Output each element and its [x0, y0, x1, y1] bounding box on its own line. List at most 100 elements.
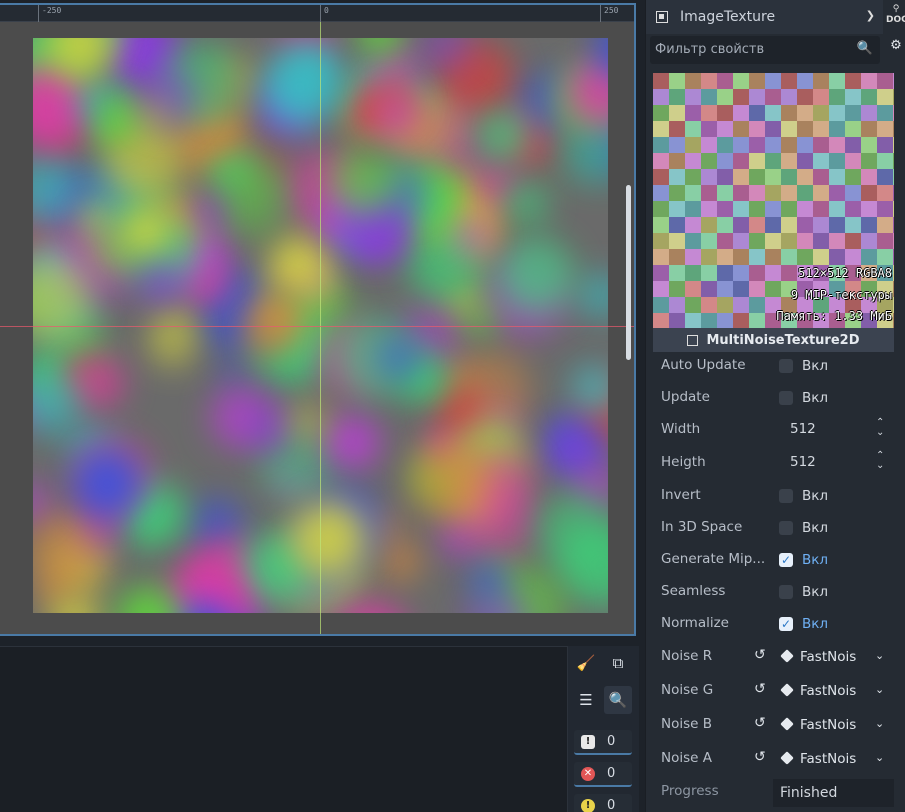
spinner-icon[interactable]: ⌃ ⌄ [876, 418, 884, 438]
clear-output-button[interactable]: 🧹 [572, 649, 600, 677]
preview-tile-tint [829, 185, 845, 201]
preview-tile [653, 137, 669, 153]
chevron-down-icon[interactable]: ⌄ [875, 649, 884, 662]
preview-tile [749, 217, 765, 233]
preview-tile-tint [685, 137, 701, 153]
chevron-down-icon[interactable]: ⌄ [875, 717, 884, 730]
checkbox-label[interactable]: Вкл [802, 552, 828, 568]
preview-tile [685, 281, 701, 297]
preview-tile [845, 217, 861, 233]
preview-tile-tint [861, 185, 877, 201]
checkbox-label[interactable]: Вкл [802, 616, 828, 632]
warning-count: 0 [607, 798, 616, 812]
preview-tile [765, 137, 781, 153]
property-checkbox[interactable]: ✓ [779, 617, 793, 631]
resource-field[interactable]: FastNois [800, 649, 856, 665]
preview-tile-tint [829, 233, 845, 249]
property-checkbox[interactable] [779, 359, 793, 373]
message-icon: ! [581, 734, 595, 749]
preview-tile-tint [877, 121, 893, 137]
reload-icon[interactable]: ↺ [754, 681, 766, 697]
property-filter-input[interactable]: Фильтр свойств 🔍 [650, 36, 880, 64]
preview-tile-tint [845, 137, 861, 153]
preview-tile [797, 249, 813, 265]
preview-tile-tint [797, 249, 813, 265]
output-panel [0, 646, 567, 812]
number-field[interactable]: 512 [790, 421, 816, 437]
preview-tile-tint [877, 201, 893, 217]
horizontal-ruler: -250 0 250 [0, 5, 634, 22]
checkbox-label[interactable]: Вкл [802, 520, 828, 536]
preview-tile-tint [845, 169, 861, 185]
preview-tile [781, 185, 797, 201]
preview-tile [861, 169, 877, 185]
spinner-icon[interactable]: ⌃ ⌄ [876, 451, 884, 471]
preview-tile [717, 265, 733, 281]
preview-tile-tint [877, 249, 893, 265]
chevron-down-icon[interactable]: ⌄ [875, 683, 884, 696]
resource-field[interactable]: FastNois [800, 717, 856, 733]
reload-icon[interactable]: ↺ [754, 715, 766, 731]
open-docs-button[interactable]: ⚲ DOC [886, 4, 905, 30]
noise-blob [136, 99, 170, 134]
preview-tile-tint [685, 89, 701, 105]
preview-tile [717, 89, 733, 105]
message-filter-button[interactable]: ! 0 [574, 730, 632, 755]
texture-viewport[interactable]: -250 0 250 [0, 3, 636, 636]
resource-field[interactable]: FastNois [800, 683, 856, 699]
preview-tile-tint [701, 153, 717, 169]
number-field[interactable]: 512 [790, 454, 816, 470]
chevron-down-icon[interactable]: ⌄ [875, 751, 884, 764]
preview-tile-tint [653, 233, 669, 249]
preview-tile-tint [797, 217, 813, 233]
property-checkbox[interactable] [779, 489, 793, 503]
property-checkbox[interactable] [779, 391, 793, 405]
checkbox-label[interactable]: Вкл [802, 584, 828, 600]
preview-tile [861, 73, 877, 89]
reload-icon[interactable]: ↺ [754, 749, 766, 765]
preview-tile [781, 105, 797, 121]
editor-window: -250 0 250 🧹 ⧉ ☰ 🔍 ! 0 ✕ 0 ! 0 ImageText… [0, 0, 905, 812]
error-filter-button[interactable]: ✕ 0 [574, 762, 632, 787]
preview-tile [893, 217, 894, 233]
preview-tile-tint [845, 121, 861, 137]
checkbox-label[interactable]: Вкл [802, 390, 828, 406]
property-checkbox[interactable]: ✓ [779, 553, 793, 567]
checkbox-label[interactable]: Вкл [802, 488, 828, 504]
preview-tile-tint [669, 137, 685, 153]
preview-tile [765, 105, 781, 121]
warning-filter-button[interactable]: ! 0 [574, 794, 632, 812]
collapse-icon: ☰ [579, 691, 593, 709]
vertical-scrollbar[interactable] [626, 185, 631, 360]
preview-tile-tint [701, 297, 717, 313]
inspector-tools-button[interactable]: ⚙ [886, 38, 905, 64]
preview-tile-tint [733, 105, 749, 121]
preview-tile-tint [701, 137, 717, 153]
property-checkbox[interactable] [779, 585, 793, 599]
preview-tile [669, 137, 685, 153]
preview-tile [749, 185, 765, 201]
reload-icon[interactable]: ↺ [754, 647, 766, 663]
property-row-width: Width 512 ⌃ ⌄ [646, 414, 901, 446]
preview-tile [701, 297, 717, 313]
resource-class-bar: MultiNoiseTexture2D [653, 328, 894, 352]
preview-tile-tint [829, 153, 845, 169]
noise-blob [72, 449, 141, 518]
search-output-button[interactable]: 🔍 [604, 686, 632, 714]
preview-tile-tint [877, 233, 893, 249]
preview-tile [893, 185, 894, 201]
property-checkbox[interactable] [779, 521, 793, 535]
preview-tile [749, 281, 765, 297]
resource-field[interactable]: FastNois [800, 751, 856, 767]
collapse-messages-button[interactable]: ☰ [572, 686, 600, 714]
preview-tile [861, 233, 877, 249]
resource-type-selector[interactable]: ImageTexture ❯ [646, 0, 883, 34]
copy-output-button[interactable]: ⧉ [604, 649, 632, 677]
preview-tile-tint [701, 105, 717, 121]
checkbox-label[interactable]: Вкл [802, 358, 828, 374]
preview-tile-tint [861, 137, 877, 153]
preview-tile [861, 185, 877, 201]
preview-tile-tint [781, 105, 797, 121]
preview-tile [845, 89, 861, 105]
preview-tile [669, 105, 685, 121]
